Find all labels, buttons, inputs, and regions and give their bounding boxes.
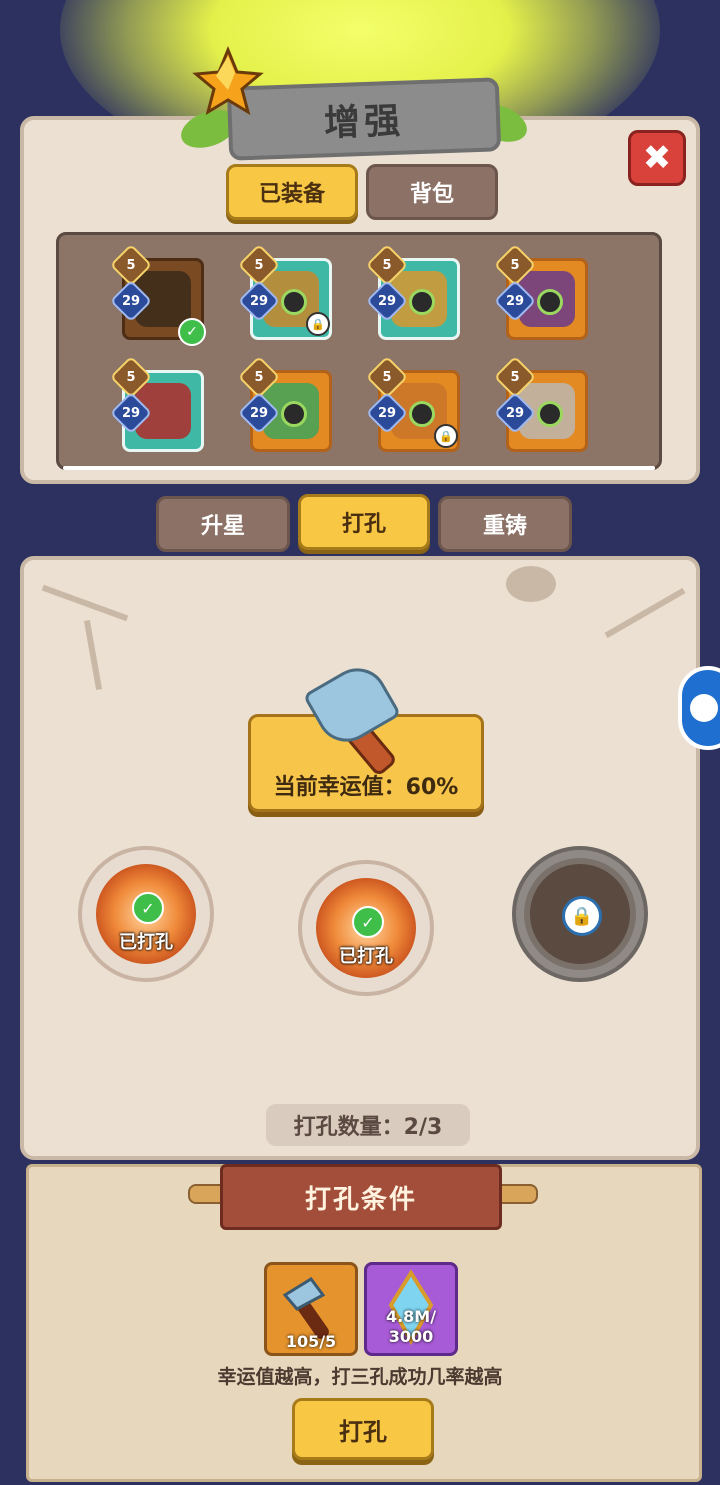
requirement-qty: 4.8M/ 3000 bbox=[367, 1307, 455, 1347]
tab-star-upgrade-label: 升星 bbox=[200, 514, 245, 539]
tab-backpack[interactable]: 背包 bbox=[366, 164, 498, 220]
crack-decoration bbox=[506, 566, 556, 602]
gem-socket-icon bbox=[409, 289, 435, 315]
gem-socket-icon bbox=[281, 401, 307, 427]
page-title: 增强 bbox=[323, 100, 405, 145]
lock-icon: 🔒 bbox=[306, 312, 330, 336]
luck-value: 当前幸运值：60% bbox=[273, 775, 459, 800]
tab-socketing-label: 打孔 bbox=[341, 512, 386, 537]
tab-star-upgrade[interactable]: 升星 bbox=[156, 496, 290, 552]
conditions-title: 打孔条件 bbox=[304, 1184, 417, 1215]
gem-socket-icon bbox=[537, 289, 563, 315]
gamepad-icon bbox=[690, 694, 718, 722]
title-plaque: 增强 bbox=[226, 77, 502, 161]
check-icon: ✓ bbox=[132, 892, 164, 924]
gem-socket-icon bbox=[281, 289, 307, 315]
requirement-crystal[interactable]: 4.8M/ 3000 bbox=[364, 1262, 458, 1356]
tab-equipped-label: 已装备 bbox=[258, 182, 325, 207]
conditions-banner: 打孔条件 bbox=[220, 1164, 502, 1230]
socket-status: 已打孔 bbox=[339, 946, 393, 967]
lock-icon: 🔒 bbox=[562, 896, 602, 936]
check-icon: ✓ bbox=[352, 906, 384, 938]
close-icon: ✖ bbox=[642, 138, 672, 178]
tab-backpack-label: 背包 bbox=[409, 182, 454, 207]
socket-2[interactable]: ✓ 已打孔 bbox=[298, 860, 434, 996]
socket-3[interactable]: 🔒 bbox=[512, 846, 648, 982]
tab-socketing[interactable]: 打孔 bbox=[298, 494, 430, 550]
requirement-qty-line2: 3000 bbox=[388, 1327, 434, 1346]
star-icon bbox=[192, 46, 264, 116]
drill-button[interactable]: 打孔 bbox=[292, 1398, 434, 1460]
requirement-qty-line1: 4.8M/ bbox=[385, 1307, 437, 1326]
requirement-qty: 105/5 bbox=[285, 1332, 337, 1351]
requirement-hammer[interactable]: 105/5 bbox=[264, 1262, 358, 1356]
tab-reforge[interactable]: 重铸 bbox=[438, 496, 572, 552]
tab-reforge-label: 重铸 bbox=[482, 514, 527, 539]
socket-status: 已打孔 bbox=[119, 932, 173, 953]
tab-equipped[interactable]: 已装备 bbox=[226, 164, 358, 220]
gem-socket-icon bbox=[537, 401, 563, 427]
drill-button-label: 打孔 bbox=[339, 1417, 387, 1446]
floating-gamepad-button[interactable] bbox=[678, 666, 720, 750]
gem-socket-icon bbox=[409, 401, 435, 427]
hint-text: 幸运值越高，打三孔成功几率越高 bbox=[217, 1366, 503, 1388]
equipped-check-icon: ✓ bbox=[178, 318, 206, 346]
socket-1[interactable]: ✓ 已打孔 bbox=[78, 846, 214, 982]
socket-count: 打孔数量：2/3 bbox=[266, 1104, 470, 1146]
lock-icon: 🔒 bbox=[434, 424, 458, 448]
close-button[interactable]: ✖ bbox=[628, 130, 686, 186]
